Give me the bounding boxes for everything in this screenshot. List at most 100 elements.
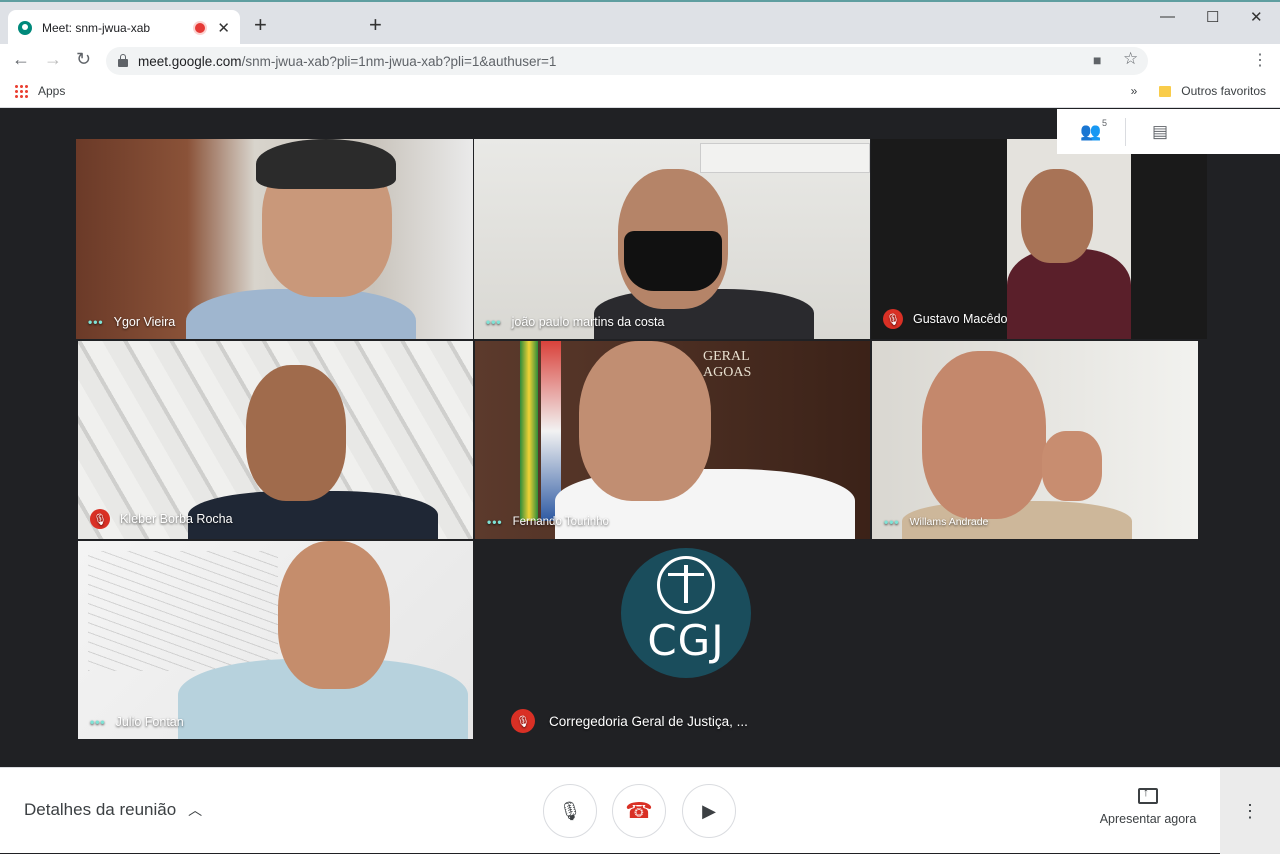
participant-label: ••• Fernando Tourinho	[487, 515, 609, 529]
speaking-dots-icon: •••	[487, 515, 503, 529]
present-now-button[interactable]: Apresentar agora	[1090, 785, 1206, 826]
video-tile-willams-andrade[interactable]: ••• Willams Andrade	[872, 341, 1198, 539]
more-options-button[interactable]: ⋮	[1220, 768, 1280, 854]
video-camera-icon: ▶	[702, 800, 716, 821]
participant-face	[246, 365, 346, 501]
participant-label: 🎙 Gustavo Macêdo	[883, 309, 1008, 329]
present-now-label: Apresentar agora	[1099, 812, 1197, 826]
cgj-logo-text: CGJ	[647, 616, 725, 665]
participant-name: Kleber Borba Rocha	[120, 512, 233, 526]
mic-off-icon: 🎙	[883, 309, 903, 329]
url-path: /snm-jwua-xab?pli=1nm-jwua-xab?pli=1&aut…	[241, 53, 557, 69]
recording-indicator-icon	[195, 23, 206, 33]
participant-label: 🎙 Corregedoria Geral de Justiça, ...	[511, 709, 748, 733]
people-icon: 👥	[1080, 121, 1102, 141]
participant-label: ••• Willams Andrade	[884, 515, 988, 529]
leave-call-button[interactable]: ☎	[612, 784, 666, 838]
participant-face	[1021, 169, 1093, 263]
meeting-controls-bar: Detalhes da reunião ︿ 🎙 ☎ ▶ Apresentar ag…	[0, 767, 1280, 854]
meet-favicon-icon	[18, 21, 32, 35]
microphone-button[interactable]: 🎙	[543, 784, 597, 838]
present-screen-icon	[1138, 785, 1158, 804]
video-tile-ygor-vieira[interactable]: ••• Ygor Vieira	[76, 139, 473, 339]
browser-toolbar: ← → ↻ meet.google.com/snm-jwua-xab?pli=1…	[0, 44, 1280, 78]
participant-label: 🎙 Kleber Borba Rocha	[90, 509, 233, 529]
maximize-icon[interactable]: ☐	[1206, 8, 1219, 26]
chat-icon: ▤	[1151, 121, 1169, 141]
close-window-icon[interactable]: ✕	[1250, 8, 1263, 26]
tab-strip: Meet: snm-jwua-xab ✕ + + — ☐ ✕	[0, 0, 1280, 46]
forward-icon[interactable]: →	[44, 49, 62, 70]
participant-count: 5	[1101, 117, 1107, 128]
apps-label: Apps	[38, 84, 66, 98]
apps-shortcut[interactable]: Apps	[14, 84, 65, 98]
participant-name: Willams Andrade	[909, 516, 989, 528]
apps-grid-icon	[14, 84, 28, 98]
chat-button[interactable]: ▤	[1126, 122, 1194, 142]
meeting-details-label: Detalhes da reunião	[24, 800, 177, 819]
browser-menu-icon[interactable]: ⋮	[1252, 50, 1268, 70]
participant-name: Corregedoria Geral de Justiça, ...	[549, 713, 748, 729]
participant-label: ••• Julio Fontan	[90, 715, 184, 729]
participant-face	[922, 351, 1046, 519]
scales-of-justice-icon	[657, 556, 715, 614]
participant-hand	[1042, 431, 1102, 501]
participant-name: Ygor Vieira	[113, 315, 176, 329]
video-tile-gustavo-macedo[interactable]: 🎙 Gustavo Macêdo	[871, 139, 1207, 339]
folder-icon	[1159, 85, 1172, 97]
participant-label: ••• joão paulo martins da costa	[486, 315, 664, 329]
video-tile-kleber-borba-rocha[interactable]: 🎙 Kleber Borba Rocha	[78, 341, 473, 539]
participant-body	[186, 289, 416, 339]
chevron-up-icon: ︿	[188, 802, 203, 818]
bookmark-star-icon[interactable]: ☆	[1123, 49, 1138, 69]
address-bar[interactable]: meet.google.com/snm-jwua-xab?pli=1nm-jwu…	[106, 47, 1148, 75]
speaking-dots-icon: •••	[884, 515, 900, 529]
reload-icon[interactable]: ↻	[76, 49, 91, 70]
flag	[520, 341, 538, 521]
meeting-details-button[interactable]: Detalhes da reunião ︿	[24, 800, 202, 820]
people-button[interactable]: 👥 5	[1057, 118, 1125, 142]
microphone-icon: 🎙	[558, 800, 582, 821]
participant-name: joão paulo martins da costa	[511, 315, 665, 329]
participant-body	[1007, 249, 1131, 339]
speaking-dots-icon: •••	[88, 315, 104, 329]
participant-hair	[256, 139, 396, 189]
tab-meet[interactable]: Meet: snm-jwua-xab ✕	[8, 10, 240, 46]
video-tile-joao-paulo[interactable]: ••• joão paulo martins da costa	[474, 139, 870, 339]
tab-title: Meet: snm-jwua-xab	[42, 21, 151, 35]
camera-in-use-icon[interactable]: ■	[1093, 52, 1101, 68]
camera-button[interactable]: ▶	[682, 784, 736, 838]
video-tile-corregedoria[interactable]: CGJ 🎙 Corregedoria Geral de Justiça, ...	[475, 541, 870, 739]
participant-name: Gustavo Macêdo	[913, 312, 1008, 326]
other-favorites-link[interactable]: Outros favoritos	[1181, 84, 1266, 98]
mic-off-icon: 🎙	[511, 709, 535, 733]
bookmarks-overflow-icon[interactable]: »	[1131, 84, 1138, 98]
participant-name: Fernando Tourinho	[512, 516, 609, 528]
cgj-logo: CGJ	[621, 548, 751, 678]
bookmarks-bar: Apps » Outros favoritos	[0, 78, 1280, 108]
people-chat-panel: 👥 5 ▤	[1057, 109, 1280, 154]
url-host: meet.google.com	[138, 53, 242, 69]
participant-face	[579, 341, 711, 501]
new-tab-button-2[interactable]: +	[369, 14, 382, 36]
minimize-icon[interactable]: —	[1160, 8, 1175, 25]
more-vert-icon: ⋮	[1241, 800, 1259, 821]
participant-name: Julio Fontan	[115, 715, 184, 729]
new-tab-button[interactable]: +	[254, 14, 267, 36]
meeting-stage: ••• Ygor Vieira ••• joão paulo martins d…	[0, 109, 1280, 767]
wall-sign: GERAL AGOAS	[703, 349, 752, 380]
participant-label: ••• Ygor Vieira	[88, 315, 175, 329]
video-tile-julio-fontan[interactable]: ••• Julio Fontan	[78, 541, 473, 739]
air-conditioner	[700, 143, 870, 173]
back-icon[interactable]: ←	[12, 49, 30, 70]
speaking-dots-icon: •••	[486, 315, 502, 329]
mic-off-icon: 🎙	[90, 509, 110, 529]
close-tab-icon[interactable]: ✕	[217, 19, 230, 37]
lock-icon	[118, 54, 128, 67]
video-tile-fernando-tourinho[interactable]: GERAL AGOAS ••• Fernando Tourinho	[475, 341, 870, 539]
wall-map	[88, 551, 278, 671]
face-mask	[624, 231, 722, 291]
participant-face	[278, 541, 390, 689]
hang-up-icon: ☎	[625, 798, 653, 823]
speaking-dots-icon: •••	[90, 715, 106, 729]
